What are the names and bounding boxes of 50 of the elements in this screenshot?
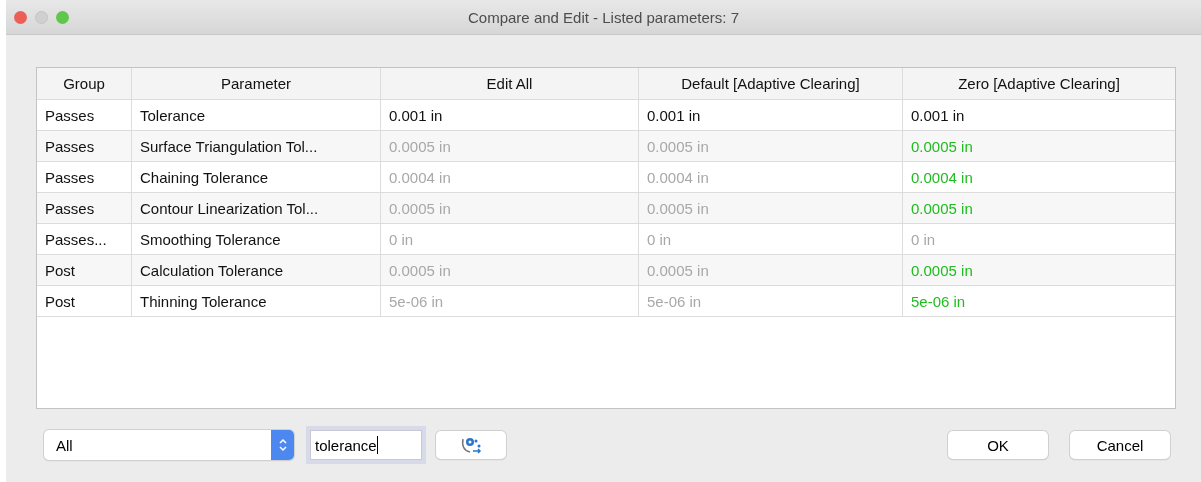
minimize-button[interactable] [35, 10, 48, 24]
table-cell[interactable]: 0.001 in [903, 100, 1175, 130]
table-cell[interactable]: 0.0005 in [639, 193, 903, 223]
table-cell: Smoothing Tolerance [132, 224, 381, 254]
table-cell[interactable]: 0.0005 in [639, 255, 903, 285]
table-cell[interactable]: 0.0005 in [903, 193, 1175, 223]
table-cell[interactable]: 0 in [639, 224, 903, 254]
tool-button[interactable] [436, 431, 506, 459]
table-cell: Passes [37, 162, 132, 192]
chevron-updown-icon [271, 430, 294, 460]
filter-dropdown[interactable]: All [44, 430, 294, 460]
table-cell[interactable]: 0.0004 in [639, 162, 903, 192]
table-cell[interactable]: 0.0005 in [381, 255, 639, 285]
table-cell[interactable]: 0.0005 in [381, 193, 639, 223]
table-cell: Passes [37, 131, 132, 161]
gear-percent-icon [460, 435, 482, 455]
table-cell[interactable]: 5e-06 in [381, 286, 639, 316]
table-cell: Calculation Tolerance [132, 255, 381, 285]
table-cell: Passes [37, 100, 132, 130]
table-cell: Thinning Tolerance [132, 286, 381, 316]
table-cell: Tolerance [132, 100, 381, 130]
table-cell[interactable]: 0.0005 in [381, 131, 639, 161]
table-cell[interactable]: 0 in [903, 224, 1175, 254]
table-cell[interactable]: 0.001 in [381, 100, 639, 130]
table-cell[interactable]: 0.0005 in [903, 131, 1175, 161]
dialog-button[interactable]: Cancel [1070, 431, 1170, 459]
table-cell: Post [37, 255, 132, 285]
column-header[interactable]: Edit All [381, 68, 639, 99]
dialog-button[interactable]: OK [948, 431, 1048, 459]
column-header[interactable]: Parameter [132, 68, 381, 99]
close-button[interactable] [14, 10, 27, 24]
table-cell[interactable]: 5e-06 in [639, 286, 903, 316]
column-header[interactable]: Zero [Adaptive Clearing] [903, 68, 1175, 99]
table-cell: Contour Linearization Tol... [132, 193, 381, 223]
table-cell[interactable]: 0.0005 in [903, 255, 1175, 285]
table-cell: Chaining Tolerance [132, 162, 381, 192]
table-cell[interactable]: 0.001 in [639, 100, 903, 130]
column-header[interactable]: Default [Adaptive Clearing] [639, 68, 903, 99]
table-cell[interactable]: 0.0004 in [903, 162, 1175, 192]
table-cell[interactable]: 5e-06 in [903, 286, 1175, 316]
table-cell[interactable]: 0 in [381, 224, 639, 254]
table-cell: Passes... [37, 224, 132, 254]
table-cell[interactable]: 0.0004 in [381, 162, 639, 192]
table-cell[interactable]: 0.0005 in [639, 131, 903, 161]
column-header[interactable]: Group [37, 68, 132, 99]
window-title: Compare and Edit - Listed parameters: 7 [468, 8, 739, 26]
table-cell: Surface Triangulation Tol... [132, 131, 381, 161]
table-cell: Post [37, 286, 132, 316]
zoom-button[interactable] [56, 10, 69, 24]
table-cell: Passes [37, 193, 132, 223]
